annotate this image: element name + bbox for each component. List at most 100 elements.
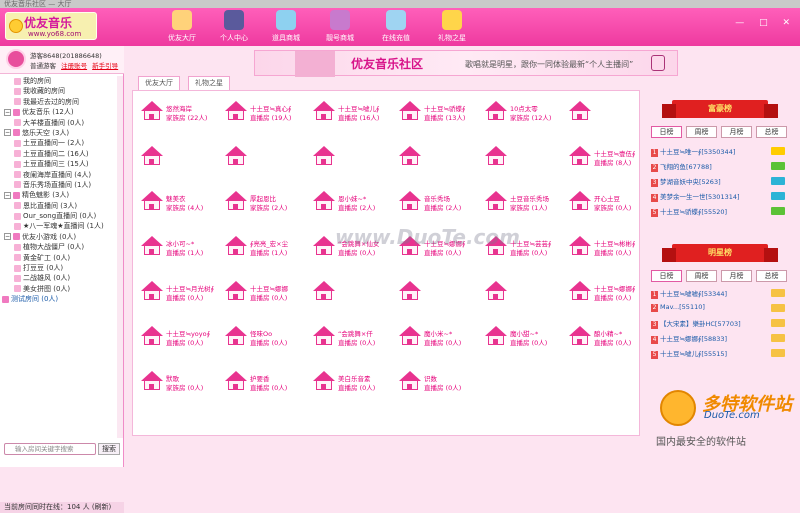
room-item[interactable]: ∮亮亮_宏×尘 直播房 (1人) [225,232,315,262]
tree-item[interactable]: 土豆直播间二 (16人) [0,149,118,159]
room-item[interactable] [485,277,575,307]
rank-item[interactable]: 2 飞翔的鱼[67788] [651,161,791,176]
rank-tab[interactable]: 日榜 [651,126,682,138]
tree-group[interactable]: − 优友小游戏 (0人) [0,232,118,242]
room-item[interactable]: 十土豆≒真心∮ 直播房 (19人) [225,97,315,127]
room-item[interactable]: 厚起恩比 家族房 (2人) [225,187,315,217]
tree-item[interactable]: 土豆直播间一 (2人) [0,138,118,148]
nav-0[interactable]: 优友大厅 [158,8,206,46]
tree-item[interactable]: 测试房间 (0人) [0,294,118,304]
room-item[interactable]: 悠然海岸 家族房 (22人) [141,97,231,127]
rank-tab[interactable]: 总榜 [756,126,787,138]
tree-item[interactable]: 黄金矿工 (0人) [0,253,118,263]
tree-item[interactable]: 二战雄风 (0人) [0,273,118,283]
register-link[interactable]: 注册账号 [61,62,87,70]
room-item[interactable] [485,142,575,172]
tree-group[interactable]: − 优友音乐 (12人) [0,107,118,117]
room-item[interactable]: 恩小妹~* 直播房 (2人) [313,187,403,217]
nav-4[interactable]: 在线充值 [372,8,420,46]
newbie-guide-link[interactable]: 新手引导 [92,62,118,70]
room-item[interactable]: 冰小可~* 直播房 (1人) [141,232,231,262]
tree-item[interactable]: 植物大战僵尸 (0人) [0,242,118,252]
room-item[interactable]: 音乐秀场 直播房 (2人) [399,187,489,217]
nav-5[interactable]: 礼物之星 [428,8,476,46]
room-item[interactable]: 美白乐音素 直播房 (0人) [313,367,403,397]
house-icon [313,281,335,301]
rank-item[interactable]: 4 美梦余一生一世[5301314] [651,191,791,206]
room-item[interactable]: “会跳舞×仟 直播房 (0人) [313,322,403,352]
room-item[interactable] [141,142,231,172]
house-icon [141,281,163,301]
rank-tab[interactable]: 月榜 [721,126,752,138]
nav-1[interactable]: 个人中心 [210,8,258,46]
room-count: 直播房 (0人) [250,384,288,392]
avatar[interactable] [6,49,26,69]
room-item[interactable] [313,277,403,307]
room-item[interactable]: 魅美衣 家族房 (4人) [141,187,231,217]
collapse-icon[interactable]: − [4,233,11,241]
rank-tab[interactable]: 周榜 [686,270,717,282]
tree-item[interactable]: 我收藏的房间 [0,86,118,96]
tree-item[interactable]: 我的房间 [0,76,118,86]
room-count: 直播房 (0人) [594,339,632,347]
tree-label: 大羊楼直播间 (0人) [23,118,85,127]
tree-item[interactable]: 音乐秀场直播间 (1人) [0,180,118,190]
tree-item[interactable]: 恩比直播间 (3人) [0,201,118,211]
nav-2[interactable]: 道具商城 [262,8,310,46]
room-item[interactable]: 十土豆≒嘘儿∮ 直播房 (16人) [313,97,403,127]
rank-tab[interactable]: 周榜 [686,126,717,138]
tree-item[interactable]: 美女拼图 (0人) [0,284,118,294]
rank-item[interactable]: 3 【大宋素】樂卦HC[57703] [651,318,791,333]
rank-tab[interactable]: 日榜 [651,270,682,282]
room-item[interactable] [399,277,489,307]
rank-tab[interactable]: 总榜 [756,270,787,282]
rank-tab[interactable]: 月榜 [721,270,752,282]
room-item[interactable]: 怪味Oo 直播房 (0人) [225,322,315,352]
collapse-icon[interactable]: − [4,108,11,116]
rank-item[interactable]: 5 十土豆≒骄蝶∮[55520] [651,206,791,221]
rank-item[interactable]: 1 十土豆≒嘘嘘∮[53344] [651,288,791,303]
room-item[interactable]: 十土豆≒娜娜 直播房 (0人) [225,277,315,307]
tree-item[interactable]: ★八一军魂★直播间 (1人) [0,221,118,231]
room-item[interactable] [225,142,315,172]
refresh-link[interactable]: (刷新) [92,503,111,511]
house-icon [485,101,507,121]
room-item[interactable]: 十土豆≒月光树∮ 直播房 (0人) [141,277,231,307]
search-button[interactable]: 搜索 [98,443,120,455]
room-item[interactable]: 10点太零 家族房 (12人) [485,97,575,127]
room-item[interactable]: 十土豆≒yoyo∮ 直播房 (0人) [141,322,231,352]
room-item[interactable]: 默歌 家族房 (0人) [141,367,231,397]
tree-item[interactable]: Our_song直播间 (0人) [0,211,118,221]
rank-item[interactable]: 4 十土豆≒娜娜∮[58833] [651,333,791,348]
window-controls[interactable]: — □ ✕ [735,18,796,28]
tree-item[interactable]: 我最近去过的房间 [0,97,118,107]
tree-item[interactable]: 夜阑海岸直播间 (4人) [0,170,118,180]
tab-lobby[interactable]: 优友大厅 [138,76,180,90]
rank-item[interactable]: 2 Mav...[55110] [651,303,791,318]
room-item[interactable]: 土豆音乐秀场 家族房 (1人) [485,187,575,217]
room-item[interactable] [399,142,489,172]
room-item[interactable]: 魔小甜~* 直播房 (0人) [485,322,575,352]
collapse-icon[interactable]: − [4,129,11,137]
rank-item[interactable]: 5 十土豆≒嘘儿∮[55515] [651,348,791,363]
collapse-icon[interactable]: − [4,191,11,199]
room-item[interactable] [313,142,403,172]
promo-banner[interactable]: 优友音乐社区 歌唱就是明星，跟你一同体验最新“个人主播间” [254,50,678,77]
tree-group[interactable]: − 精色魅影 (3人) [0,190,118,200]
room-count: 家族房 (1人) [510,204,548,212]
tree-group[interactable]: − 悠乐天空 (3人) [0,128,118,138]
tree-item[interactable]: 打豆豆 (0人) [0,263,118,273]
tree-label: 测试房间 (0人) [11,295,59,304]
room-item[interactable]: 护要香 直播房 (0人) [225,367,315,397]
room-item[interactable]: 识数 直播房 (0人) [399,367,489,397]
room-item[interactable]: 十土豆≒骄蝶∮ 直播房 (13人) [399,97,489,127]
tree-item[interactable]: 大羊楼直播间 (0人) [0,118,118,128]
tree-item[interactable]: 土豆直播间三 (15人) [0,159,118,169]
search-input[interactable]: 输入房间关键字搜索 [4,443,96,455]
tab-gift-star[interactable]: 礼物之星 [188,76,230,90]
tree-scrollbar[interactable] [117,76,123,438]
room-item[interactable]: 魔小米~* 直播房 (0人) [399,322,489,352]
rank-item[interactable]: 1 十土豆≒唯一∮[5350344] [651,146,791,161]
rank-item[interactable]: 3 梦湖音妖中央[5263] [651,176,791,191]
nav-3[interactable]: 靓号商城 [316,8,364,46]
